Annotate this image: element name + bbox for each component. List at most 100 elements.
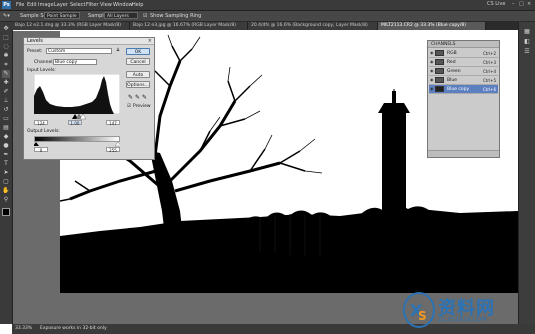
visibility-eye-icon[interactable]: ◉ [430,69,434,73]
output-white-field[interactable]: 255 [106,147,120,153]
input-white-field[interactable]: 147 [106,120,120,126]
histogram [34,74,120,114]
channels-panel: CHANNELS ◉ RGB Ctrl+2 ◉ Red Ctrl+3 ◉ Gre… [427,40,500,158]
options-button[interactable]: Options... [126,81,150,88]
svg-text:S: S [418,309,427,323]
minimize-icon[interactable]: – [512,1,515,7]
panel-icon[interactable]: ☰ [523,48,531,56]
options-bar: ✎▾ Sample Size: Point Sample Sample: All… [0,11,535,22]
move-tool-icon[interactable]: ✥ [2,25,10,33]
eyedropper-icon[interactable]: ✎▾ [3,13,10,19]
channel-row-selected[interactable]: ◉ Blue copy Ctrl+6 [429,85,498,94]
channel-row[interactable]: ◉ RGB Ctrl+2 [429,49,498,58]
visibility-eye-icon[interactable]: ◉ [430,78,434,82]
right-panel-dock: ▦ ◧ ☰ [518,22,535,324]
channel-shortcut: Ctrl+3 [482,60,496,65]
watermark-logo-icon: X S [403,292,435,328]
blur-tool-icon[interactable]: ◆ [2,133,10,141]
crop-tool-icon[interactable]: ⌗ [2,61,10,69]
visibility-eye-icon[interactable]: ◉ [430,51,434,55]
output-black-field[interactable]: 0 [34,147,48,153]
maximize-icon[interactable]: □ [519,1,524,7]
menu-help[interactable]: Help [132,2,143,8]
dodge-tool-icon[interactable]: ● [2,142,10,150]
menu-layer[interactable]: Layer [54,2,68,8]
show-ring-checkbox[interactable]: ☑ [143,13,147,19]
path-select-icon[interactable]: ➤ [2,169,10,177]
ok-button[interactable]: OK [126,48,150,55]
zoom-level[interactable]: 33.33% [15,324,32,334]
quick-select-tool-icon[interactable]: ✱ [2,52,10,60]
pen-tool-icon[interactable]: ✒ [2,151,10,159]
channel-shortcut: Ctrl+6 [482,87,496,92]
menu-file[interactable]: File [16,2,24,8]
menu-filter[interactable]: Filter [86,2,98,8]
eraser-tool-icon[interactable]: ▭ [2,115,10,123]
visibility-eye-icon[interactable]: ◉ [430,87,434,91]
doc-tab-active[interactable]: MILT2113.CR2 @ 33.3% (Blue copy/8) [378,22,486,30]
white-eyedropper-icon[interactable]: ✎ [142,94,147,101]
preview-checkbox[interactable]: ☑ [127,104,131,109]
shape-tool-icon[interactable]: ▢ [2,178,10,186]
cancel-button[interactable]: Cancel [126,58,150,65]
marquee-tool-icon[interactable]: ⬚ [2,34,10,42]
panel-icon[interactable]: ▦ [523,28,531,36]
panel-icon[interactable]: ◧ [523,38,531,46]
channel-thumbnail [435,86,444,92]
auto-button[interactable]: Auto [126,71,150,78]
preset-select[interactable]: Custom [46,48,112,54]
stamp-tool-icon[interactable]: ⊥ [2,97,10,105]
menu-edit[interactable]: Edit [27,2,37,8]
menu-select[interactable]: Select [70,2,85,8]
photoshop-logo: Ps [2,1,11,9]
input-levels-label: Input Levels: [27,68,56,73]
visibility-eye-icon[interactable]: ◉ [430,60,434,64]
channel-thumbnail [435,77,444,83]
channel-name: RGB [447,51,457,56]
foreground-color-swatch[interactable] [2,208,10,216]
doc-tab[interactable]: 20.4/dfs @ 16.6% (Background copy, Layer… [248,22,378,30]
cs-live-button[interactable]: CS Live [487,1,505,7]
healing-tool-icon[interactable]: ✚ [2,79,10,87]
channels-panel-footer [428,150,499,157]
channel-shortcut: Ctrl+5 [482,78,496,83]
site-watermark: X S 资料网 ZL.XS1616.COM [398,288,535,334]
preset-options-icon[interactable]: ⇊ [116,48,120,53]
status-info: Exposure works in 32-bit only [40,326,107,331]
output-levels-label: Output Levels: [27,129,60,134]
channel-row[interactable]: ◉ Blue Ctrl+5 [429,76,498,85]
eyedropper-tool-icon[interactable]: ✎ [2,70,10,78]
gray-eyedropper-icon[interactable]: ✎ [135,94,140,101]
channel-row[interactable]: ◉ Red Ctrl+3 [429,58,498,67]
channel-thumbnail [435,68,444,74]
dialog-close-icon[interactable]: × [148,38,152,45]
menu-window[interactable]: Window [113,2,133,8]
channel-shortcut: Ctrl+2 [482,51,496,56]
brush-tool-icon[interactable]: ✐ [2,88,10,96]
black-eyedropper-icon[interactable]: ✎ [128,94,133,101]
sample-size-select[interactable]: Point Sample [44,12,80,19]
menu-view[interactable]: View [100,2,112,8]
channel-name: Blue [447,78,457,83]
doc-tab[interactable]: Bajo 12 e3.jpg @ 16.67% (RGB Layer Mask/… [130,22,248,30]
input-black-field[interactable]: 124 [34,120,48,126]
lasso-tool-icon[interactable]: ◌ [2,43,10,51]
show-ring-label: Show Sampling Ring [150,13,202,19]
channel-row[interactable]: ◉ Green Ctrl+4 [429,67,498,76]
channel-thumbnail [435,59,444,65]
channels-panel-title: CHANNELS [428,41,499,48]
channel-select[interactable]: Blue copy [53,59,97,65]
channel-name: Blue copy [447,87,470,92]
doc-tab[interactable]: Bajo 12 e2.1.dng @ 33.3% (RGB Layer Mask… [12,22,130,30]
close-icon[interactable]: × [527,1,531,7]
zoom-tool-icon[interactable]: ⚲ [2,196,10,204]
sample-select[interactable]: All Layers [104,12,138,19]
input-gamma-field[interactable]: 1.00 [68,120,82,126]
gradient-tool-icon[interactable]: ▤ [2,124,10,132]
preset-label: Preset: [27,49,43,54]
hand-tool-icon[interactable]: ✋ [2,187,10,195]
tools-panel: ✥ ⬚ ◌ ✱ ⌗ ✎ ✚ ✐ ⊥ ↺ ▭ ▤ ◆ ● ✒ T ➤ ▢ ✋ ⚲ [0,22,13,324]
type-tool-icon[interactable]: T [2,160,10,168]
history-brush-icon[interactable]: ↺ [2,106,10,114]
menu-image[interactable]: Image [38,2,54,8]
